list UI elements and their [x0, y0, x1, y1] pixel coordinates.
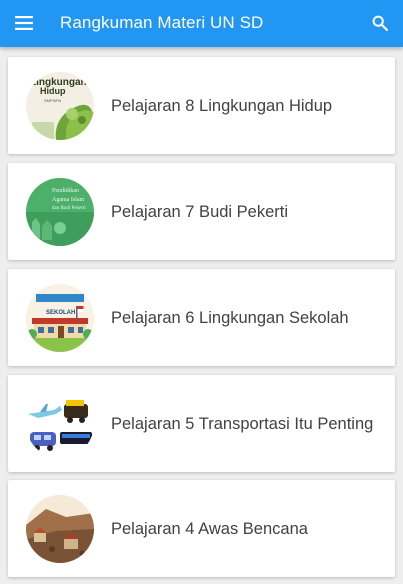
thumb-text: dan Budi Pekerti: [52, 206, 86, 211]
lesson-title: Pelajaran 8 Lingkungan Hidup: [111, 96, 333, 115]
lesson-title: Pelajaran 7 Budi Pekerti: [111, 202, 289, 221]
lesson-list: Lingkungan Hidup SMP/MTs Pelajaran 8 Lin…: [0, 47, 403, 584]
thumb-text: Hidup: [40, 86, 66, 96]
thumb-text: SMP/MTs: [44, 98, 61, 103]
lesson-card-8[interactable]: Lingkungan Hidup SMP/MTs Pelajaran 8 Lin…: [8, 57, 395, 154]
thumb-text: Pendidikan: [52, 188, 79, 194]
lesson-title: Pelajaran 4 Awas Bencana: [111, 519, 308, 538]
lesson-title: Pelajaran 5 Transportasi Itu Penting: [111, 414, 374, 433]
lesson-card-6[interactable]: SEKOLAH Pelajaran 6 Lingkungan Sekolah: [8, 269, 395, 366]
lingkungan-hidup-book-cover: Lingkungan Hidup SMP/MTs: [26, 72, 94, 140]
lesson-card-5[interactable]: Pelajaran 5 Transportasi Itu Penting: [8, 375, 395, 472]
transportation-vehicles-illustration: [26, 390, 94, 458]
app-bar: Rangkuman Materi UN SD: [0, 0, 403, 47]
thumb-text: SEKOLAH: [46, 310, 75, 316]
lesson-title: Pelajaran 6 Lingkungan Sekolah: [111, 308, 349, 327]
hamburger-menu-icon: [15, 16, 33, 30]
search-button[interactable]: [364, 7, 396, 39]
school-building-illustration: SEKOLAH: [26, 284, 94, 352]
disaster-landslide-illustration: [26, 495, 94, 563]
menu-button[interactable]: [8, 6, 40, 40]
thumb-text: Agama Islam: [52, 197, 84, 203]
lesson-card-4[interactable]: Pelajaran 4 Awas Bencana: [8, 480, 395, 577]
search-icon: [372, 15, 388, 31]
app-title: Rangkuman Materi UN SD: [60, 13, 264, 32]
budi-pekerti-book-cover: Pendidikan Agama Islam dan Budi Pekerti: [26, 178, 94, 246]
lesson-card-7[interactable]: Pendidikan Agama Islam dan Budi Pekerti …: [8, 163, 395, 260]
